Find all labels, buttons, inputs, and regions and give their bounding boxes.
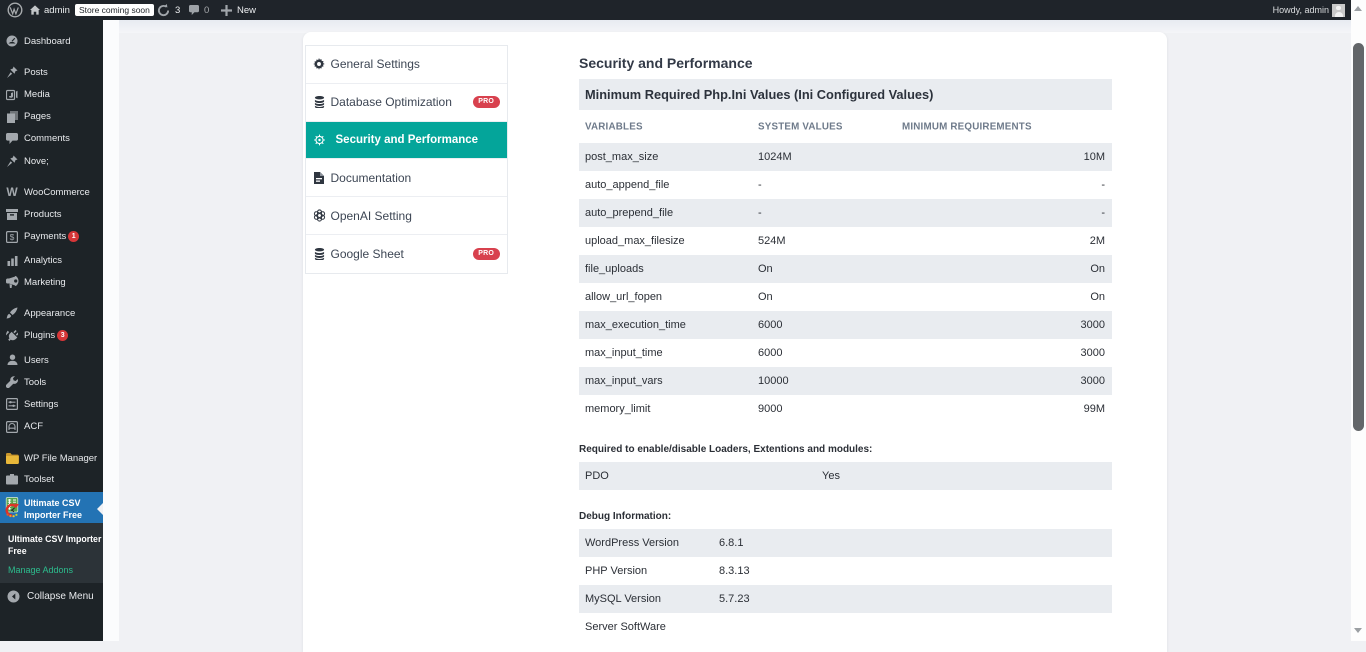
svg-text:$: $	[10, 232, 15, 242]
